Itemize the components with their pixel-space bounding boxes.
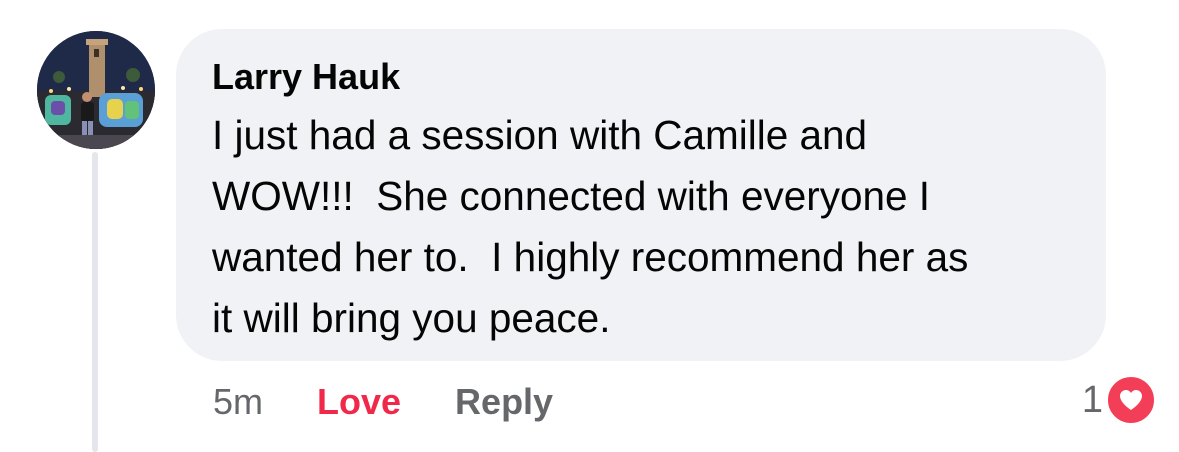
comment-actions: 5m Love Reply <box>213 376 553 428</box>
comment-author-name[interactable]: Larry Hauk <box>212 55 1070 99</box>
profile-photo <box>37 31 155 149</box>
comment-timestamp[interactable]: 5m <box>213 381 263 423</box>
reply-button[interactable]: Reply <box>455 381 553 423</box>
comment-text: I just had a session with Camille and WO… <box>212 112 969 341</box>
thread-line <box>92 152 98 452</box>
comment-bubble: Larry Hauk I just had a session with Cam… <box>176 29 1106 361</box>
reaction-count: 1 <box>1081 378 1103 421</box>
avatar[interactable] <box>37 31 155 149</box>
love-button[interactable]: Love <box>317 381 401 423</box>
heart-icon <box>1105 374 1157 426</box>
reaction-summary[interactable]: 1 <box>1082 372 1157 428</box>
